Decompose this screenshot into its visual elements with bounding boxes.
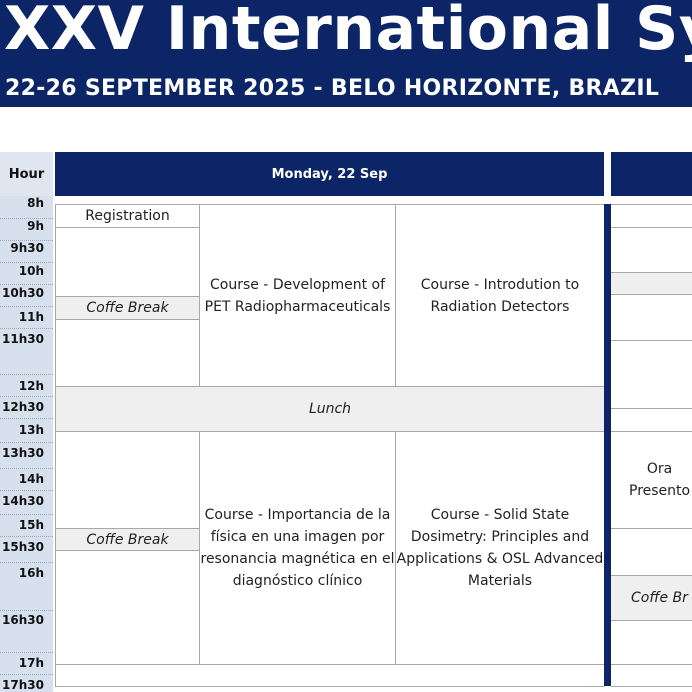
- grid-line: [611, 528, 692, 529]
- empty-slot: [55, 319, 200, 387]
- hour-label: 12h30: [2, 400, 44, 414]
- event-lunch[interactable]: Lunch: [55, 386, 605, 432]
- event-course-detectors[interactable]: Course - Introdution to Radiation Detect…: [395, 204, 605, 387]
- event-oral-presentations[interactable]: Ora Presento: [611, 432, 692, 528]
- event-course-dosimetry[interactable]: Course - Solid State Dosimetry: Principl…: [395, 431, 605, 665]
- hour-gridline: [0, 442, 53, 443]
- hour-label: 11h: [18, 310, 44, 324]
- day-separator: [604, 204, 611, 686]
- symposium-banner: XXV International Sym 22-26 SEPTEMBER 20…: [0, 0, 692, 107]
- hour-gridline: [0, 514, 53, 515]
- hour-gridline: [0, 284, 53, 285]
- empty-slot: [55, 431, 200, 529]
- empty-slot: [55, 664, 605, 687]
- hour-label: 10h: [18, 264, 44, 278]
- hour-label: 11h30: [2, 332, 44, 346]
- hour-label: 17h: [18, 656, 44, 670]
- hour-gridline: [0, 610, 53, 611]
- hour-gridline: [0, 562, 53, 563]
- hour-label: 16h: [18, 566, 44, 580]
- grid-line: [611, 204, 692, 205]
- day-header-tuesday-partial: [611, 152, 692, 196]
- hour-gridline: [0, 674, 53, 675]
- hour-gridline: [0, 262, 53, 263]
- hour-gridline: [0, 652, 53, 653]
- hour-gridline: [0, 468, 53, 469]
- event-coffee-break[interactable]: Coffe Break: [55, 296, 200, 320]
- empty-slot: [55, 550, 200, 665]
- hour-column-header: Hour: [0, 152, 53, 196]
- event-registration[interactable]: Registration: [55, 204, 200, 228]
- grid-line: [611, 664, 692, 665]
- day-header-monday: Monday, 22 Sep: [55, 152, 604, 196]
- empty-slot: [55, 227, 200, 297]
- grid-line: [611, 408, 692, 409]
- hour-gridline: [0, 306, 53, 307]
- hour-gridline: [0, 396, 53, 397]
- grid-line: [611, 686, 692, 687]
- hour-label: 16h30: [2, 613, 44, 627]
- banner-title: XXV International Sym: [4, 0, 692, 64]
- hour-label: 14h: [18, 472, 44, 486]
- hour-label: 9h: [27, 219, 44, 233]
- hour-label: 15h30: [2, 540, 44, 554]
- hour-label: 8h: [27, 196, 44, 210]
- grid-line: [611, 227, 692, 228]
- hour-label: 10h30: [2, 286, 44, 300]
- hour-gridline: [0, 418, 53, 419]
- event-course-pet[interactable]: Course - Development of PET Radiopharmac…: [199, 204, 396, 387]
- hour-gridline: [0, 490, 53, 491]
- hour-label: 12h: [18, 379, 44, 393]
- hour-label: 14h30: [2, 494, 44, 508]
- grid-line: [611, 340, 692, 341]
- hour-label: 13h: [18, 423, 44, 437]
- hour-label: 9h30: [10, 241, 44, 255]
- hour-gridline: [0, 536, 53, 537]
- hour-label: 15h: [18, 518, 44, 532]
- hour-gridline: [0, 374, 53, 375]
- event-course-mri[interactable]: Course - Importancia de la física en una…: [199, 431, 396, 665]
- event-coffee-break[interactable]: Coffe Break: [55, 528, 200, 551]
- tuesday-slot-gray: [611, 272, 692, 295]
- banner-subtitle: 22-26 SEPTEMBER 2025 - BELO HORIZONTE, B…: [5, 76, 660, 101]
- hour-label: 13h30: [2, 446, 44, 460]
- event-coffee-break-tuesday[interactable]: Coffe Br: [611, 575, 692, 621]
- hour-label: 17h30: [2, 678, 44, 692]
- hour-gridline: [0, 328, 53, 329]
